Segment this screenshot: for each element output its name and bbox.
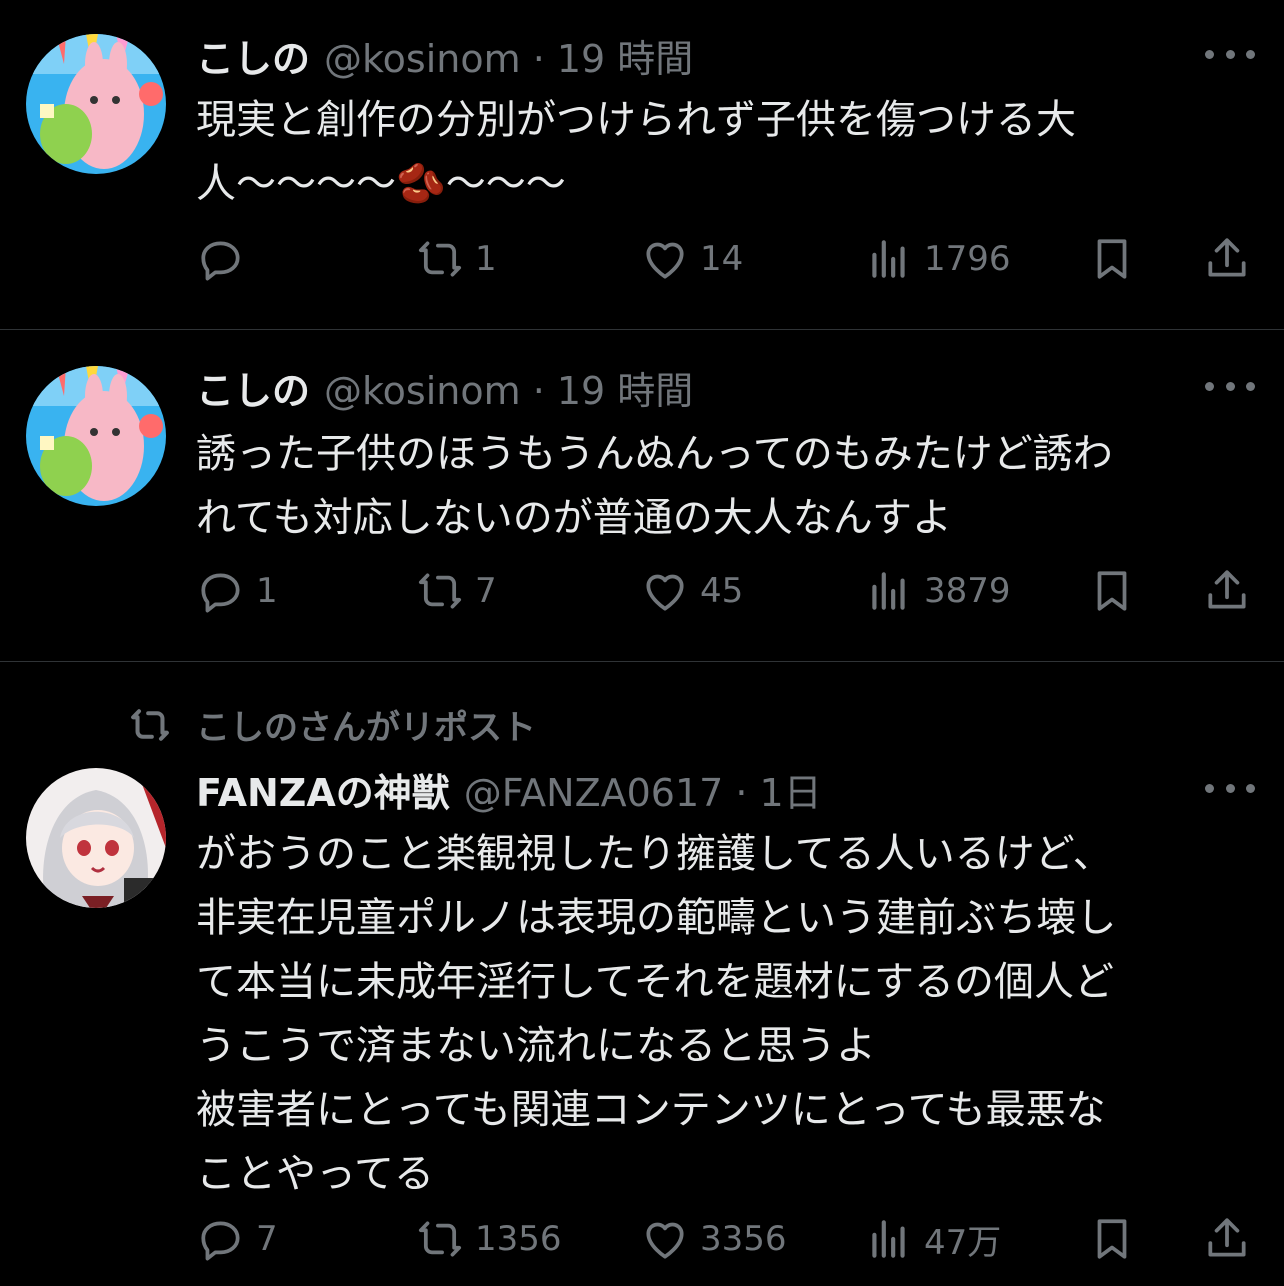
reply-icon [201, 241, 240, 281]
tweet[interactable]: こしの @kosinom · 19 時間 現実と創作の分別がつけられず子供を傷つ… [0, 0, 1284, 330]
more-icon[interactable] [1205, 44, 1255, 64]
reply-button[interactable]: 1 [196, 566, 278, 616]
like-button[interactable]: 14 [640, 234, 743, 284]
repost-note[interactable]: こしのさんがリポスト [128, 700, 536, 749]
retweet-icon [131, 708, 169, 741]
bookmark-icon [1097, 1219, 1127, 1259]
tweet-header: FANZAの神獣 @FANZA0617 · 1日 [196, 762, 822, 817]
reply-icon [201, 573, 240, 613]
bookmark-button[interactable] [1087, 1214, 1137, 1264]
bookmark-button[interactable] [1087, 234, 1137, 284]
retweet-icon [418, 573, 462, 609]
share-icon [1208, 238, 1246, 277]
like-button[interactable]: 3356 [640, 1214, 787, 1264]
share-button[interactable] [1202, 1214, 1252, 1264]
share-button[interactable] [1202, 566, 1252, 616]
avatar[interactable] [26, 34, 166, 174]
retweet-button[interactable]: 7 [415, 566, 497, 616]
view-count: 3879 [924, 571, 1011, 611]
heart-icon [646, 242, 684, 279]
heart-icon [646, 574, 684, 611]
share-icon [1208, 1218, 1246, 1257]
retweet-count: 1356 [475, 1219, 562, 1259]
bookmark-button[interactable] [1087, 566, 1137, 616]
tweet-text: 現実と創作の分別がつけられず子供を傷つける大 人〜〜〜〜🫘〜〜〜 [196, 97, 1076, 207]
action-bar: 1 14 1796 [0, 234, 1284, 294]
tweet-text: がおうのこと楽観視したり擁護してる人いるけど、 非実在児童ポルノは表現の範疇とい… [196, 831, 1117, 1197]
views-button[interactable]: 47万 [864, 1214, 1001, 1264]
like-count: 3356 [700, 1219, 787, 1259]
like-count: 14 [700, 239, 744, 279]
retweet-button[interactable]: 1 [415, 234, 497, 284]
handle-and-time[interactable]: @kosinom · 19 時間 [324, 28, 693, 83]
like-button[interactable]: 45 [640, 566, 743, 616]
analytics-icon [872, 572, 905, 610]
analytics-icon [872, 240, 905, 278]
share-button[interactable] [1202, 234, 1252, 284]
view-count: 1796 [924, 239, 1011, 279]
avatar-image [26, 366, 166, 506]
handle-and-time[interactable]: @kosinom · 19 時間 [324, 360, 693, 415]
reply-count: 1 [256, 571, 278, 611]
views-button[interactable]: 1796 [864, 234, 1011, 284]
share-icon [1208, 570, 1246, 609]
action-bar: 7 1356 3356 47万 [0, 1214, 1284, 1274]
bookmark-icon [1097, 571, 1127, 611]
reply-icon [201, 1221, 240, 1261]
avatar[interactable] [26, 768, 166, 908]
avatar-image [26, 768, 166, 908]
tweet-header: こしの @kosinom · 19 時間 [196, 28, 693, 83]
reply-button[interactable] [196, 234, 256, 284]
action-bar: 1 7 45 3879 [0, 566, 1284, 626]
retweet-icon [418, 1221, 462, 1257]
display-name[interactable]: こしの [196, 28, 310, 83]
repost-note-label: こしのさんがリポスト [196, 708, 536, 748]
tweet[interactable]: こしの @kosinom · 19 時間 誘った子供のほうもうんぬんってのもみた… [0, 330, 1284, 662]
analytics-icon [872, 1220, 905, 1258]
tweet[interactable]: こしのさんがリポスト FANZAの神獣 @FANZA0617 · 1日 がおうの… [0, 662, 1284, 1286]
view-count: 47万 [924, 1222, 1002, 1263]
more-icon[interactable] [1205, 778, 1255, 798]
tweet-header: こしの @kosinom · 19 時間 [196, 360, 693, 415]
heart-icon [646, 1222, 684, 1259]
like-count: 45 [700, 571, 744, 611]
bookmark-icon [1097, 239, 1127, 279]
retweet-icon [418, 241, 462, 277]
more-icon[interactable] [1205, 376, 1255, 396]
avatar-image [26, 34, 166, 174]
handle-and-time[interactable]: @FANZA0617 · 1日 [464, 762, 822, 817]
tweet-text: 誘った子供のほうもうんぬんってのもみたけど誘わ れても対応しないのが普通の大人な… [196, 431, 1113, 541]
retweet-count: 7 [475, 571, 497, 611]
display-name[interactable]: FANZAの神獣 [196, 762, 450, 817]
reply-count: 7 [256, 1219, 278, 1259]
retweet-button[interactable]: 1356 [415, 1214, 562, 1264]
avatar[interactable] [26, 366, 166, 506]
retweet-count: 1 [475, 239, 497, 279]
views-button[interactable]: 3879 [864, 566, 1011, 616]
reply-button[interactable]: 7 [196, 1214, 278, 1264]
display-name[interactable]: こしの [196, 360, 310, 415]
